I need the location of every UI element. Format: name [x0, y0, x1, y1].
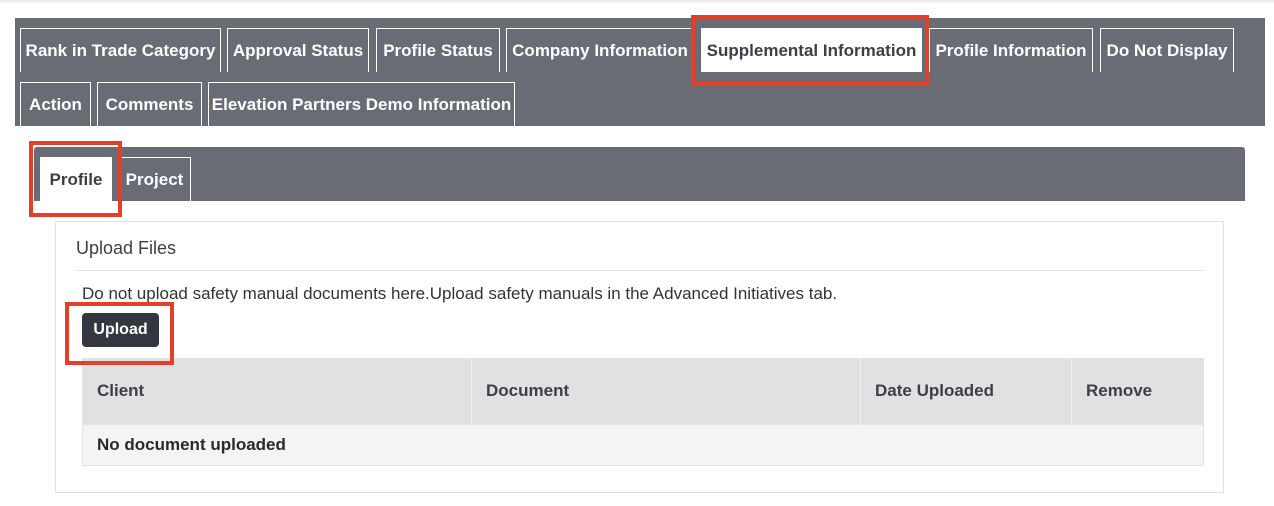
supplemental-card: Profile Project Upload Files Do not uplo… — [15, 126, 1265, 506]
tab-supplemental-information[interactable]: Supplemental Information — [701, 28, 922, 72]
tab-rank-in-trade-category[interactable]: Rank in Trade Category — [20, 28, 221, 72]
tab-approval-status[interactable]: Approval Status — [227, 28, 369, 72]
tab-elevation-partners-demo-information[interactable]: Elevation Partners Demo Information — [208, 82, 515, 126]
table-row: No document uploaded — [82, 423, 1204, 466]
table-header-row: Client Document Date Uploaded Remove — [82, 358, 1204, 424]
tab-comments[interactable]: Comments — [97, 82, 202, 126]
main-tab-bar: Rank in Trade Category Approval Status P… — [15, 18, 1265, 126]
section-divider — [76, 270, 1204, 271]
tab-do-not-display[interactable]: Do Not Display — [1100, 28, 1234, 72]
tab-profile-information[interactable]: Profile Information — [929, 28, 1093, 72]
upload-files-title: Upload Files — [76, 238, 177, 258]
column-header-client: Client — [82, 358, 472, 424]
column-header-document: Document — [471, 358, 861, 424]
supplier-panel: Rank in Trade Category Approval Status P… — [15, 18, 1265, 506]
tab-company-information[interactable]: Company Information — [506, 28, 694, 72]
column-header-date-uploaded: Date Uploaded — [860, 358, 1072, 424]
tab-profile[interactable]: Profile — [40, 157, 112, 201]
tab-project[interactable]: Project — [118, 157, 191, 201]
upload-button[interactable]: Upload — [82, 313, 159, 347]
empty-table-message: No document uploaded — [82, 423, 1204, 466]
column-header-remove: Remove — [1071, 358, 1204, 424]
tab-action[interactable]: Action — [20, 82, 91, 126]
sub-tab-bar: Profile Project — [34, 147, 1245, 201]
tab-profile-status[interactable]: Profile Status — [376, 28, 500, 72]
uploaded-files-table: Client Document Date Uploaded Remove No … — [82, 358, 1204, 466]
top-shadow — [0, 0, 1274, 4]
upload-notice: Do not upload safety manual documents he… — [82, 284, 838, 303]
upload-files-section: Upload Files Do not upload safety manual… — [55, 221, 1224, 493]
